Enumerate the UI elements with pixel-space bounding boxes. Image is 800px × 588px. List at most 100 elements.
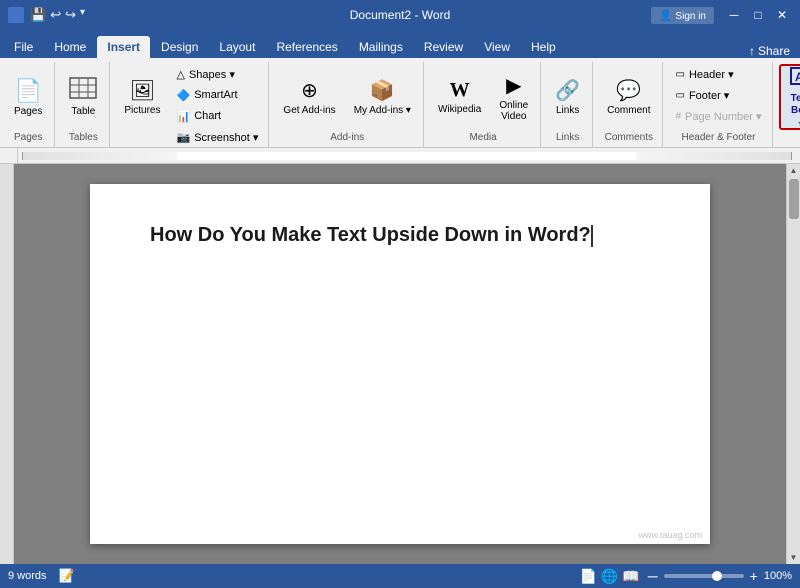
online-video-label: OnlineVideo	[499, 100, 528, 122]
pages-label: Pages	[14, 106, 42, 117]
document-area[interactable]: How Do You Make Text Upside Down in Word…	[14, 164, 786, 564]
comment-icon: 💬	[616, 78, 641, 103]
customize-qs-btn[interactable]: ▾	[80, 7, 85, 23]
zoom-level[interactable]: 100%	[764, 570, 792, 582]
view-web-icon[interactable]: 🌐	[601, 568, 618, 585]
comment-button[interactable]: 💬 Comment	[599, 64, 658, 130]
tab-layout[interactable]: Layout	[209, 36, 265, 58]
text-box-label: TextBox	[791, 93, 800, 117]
view-print-icon[interactable]: 📄	[579, 568, 596, 585]
tab-home[interactable]: Home	[44, 36, 96, 58]
ribbon-group-links: 🔗 Links Links	[543, 62, 593, 147]
my-addins-button[interactable]: 📦 My Add-ins ▾	[346, 64, 419, 130]
hf-column: ▭ Header ▾ ▭ Footer ▾ # Page Number ▾	[669, 64, 767, 126]
wikipedia-label: Wikipedia	[438, 104, 481, 115]
zoom-slider[interactable]	[664, 574, 744, 578]
ribbon-right: ↑ Share	[749, 44, 800, 58]
pictures-label: Pictures	[124, 105, 160, 116]
screenshot-button[interactable]: 📷 Screenshot ▾	[170, 127, 264, 147]
tab-mailings[interactable]: Mailings	[349, 36, 413, 58]
pages-group-label: Pages	[6, 130, 50, 145]
table-button[interactable]: Table	[61, 64, 105, 130]
illustrations-column: △ Shapes ▾ 🔷 SmartArt 📊 Chart 📷 Screensh…	[170, 64, 264, 147]
restore-btn[interactable]: □	[748, 5, 768, 25]
close-btn[interactable]: ✕	[772, 5, 792, 25]
chart-icon: 📊	[176, 110, 190, 123]
shapes-button[interactable]: △ Shapes ▾	[170, 64, 264, 84]
media-group-label: Media	[430, 130, 536, 145]
tables-content: Table	[61, 64, 105, 130]
tab-help[interactable]: Help	[521, 36, 566, 58]
watermark: www.tauag.com	[638, 530, 702, 540]
zoom-out-btn[interactable]: ─	[648, 568, 658, 584]
ribbon-group-media: W Wikipedia ▶ OnlineVideo Media	[426, 62, 541, 147]
title-bar-left: 💾 ↩ ↪ ▾	[8, 7, 85, 23]
header-icon: ▭	[675, 69, 684, 80]
share-button[interactable]: ↑ Share	[749, 44, 790, 58]
page-number-button[interactable]: # Page Number ▾	[669, 106, 767, 126]
ribbon-group-tables: Table Tables	[57, 62, 110, 147]
redo-qs-btn[interactable]: ↪	[65, 7, 76, 23]
hf-group-label: Header & Footer	[669, 130, 767, 145]
tab-references[interactable]: References	[266, 36, 347, 58]
header-button[interactable]: ▭ Header ▾	[669, 64, 767, 84]
chart-button[interactable]: 📊 Chart	[170, 106, 264, 126]
footer-label: Footer ▾	[689, 89, 729, 102]
undo-qs-btn[interactable]: ↩	[50, 7, 61, 23]
word-icon	[8, 7, 24, 23]
links-button[interactable]: 🔗 Links	[547, 64, 588, 130]
ribbon-group-addins: ⊕ Get Add-ins 📦 My Add-ins ▾ Add-ins	[271, 62, 424, 147]
ribbon-group-header-footer: ▭ Header ▾ ▭ Footer ▾ # Page Number ▾ He…	[665, 62, 772, 147]
text-cursor	[591, 225, 593, 247]
ribbon-tabs-bar: File Home Insert Design Layout Reference…	[0, 30, 800, 58]
scroll-down-btn[interactable]: ▼	[788, 551, 800, 564]
tab-insert[interactable]: Insert	[97, 36, 150, 58]
addins-group-label: Add-ins	[275, 130, 419, 145]
media-content: W Wikipedia ▶ OnlineVideo	[430, 64, 536, 130]
screenshot-icon: 📷	[176, 131, 190, 144]
quick-access: 💾 ↩ ↪ ▾	[30, 7, 85, 23]
tab-view[interactable]: View	[474, 36, 520, 58]
smartart-icon: 🔷	[176, 89, 190, 102]
vertical-scrollbar[interactable]: ▲ ▼	[786, 164, 800, 564]
document-page[interactable]: How Do You Make Text Upside Down in Word…	[90, 184, 710, 544]
pages-button[interactable]: 📄 Pages	[6, 64, 50, 130]
text-box-button[interactable]: A TextBox ▾	[779, 64, 800, 130]
online-video-icon: ▶	[506, 73, 521, 98]
minimize-btn[interactable]: ─	[724, 5, 744, 25]
wikipedia-icon: W	[450, 79, 470, 102]
footer-icon: ▭	[675, 90, 684, 101]
footer-button[interactable]: ▭ Footer ▾	[669, 85, 767, 105]
user-signin[interactable]: 👤 Sign in	[651, 7, 714, 24]
online-video-button[interactable]: ▶ OnlineVideo	[491, 64, 536, 130]
my-addins-label: My Add-ins ▾	[354, 105, 411, 116]
wikipedia-button[interactable]: W Wikipedia	[430, 64, 489, 130]
word-count[interactable]: 9 words	[8, 570, 47, 582]
scroll-up-btn[interactable]: ▲	[788, 164, 800, 177]
page-number-label: Page Number ▾	[685, 110, 761, 123]
zoom-in-btn[interactable]: +	[750, 568, 758, 584]
tab-design[interactable]: Design	[151, 36, 208, 58]
tab-review[interactable]: Review	[414, 36, 473, 58]
smartart-button[interactable]: 🔷 SmartArt	[170, 85, 264, 105]
illustrations-content: 🖼 Pictures △ Shapes ▾ 🔷 SmartArt 📊 Chart…	[116, 64, 264, 147]
review-icon[interactable]: 📝	[59, 568, 75, 584]
view-read-icon[interactable]: 📖	[622, 568, 639, 585]
ribbon-group-pages: 📄 Pages Pages	[2, 62, 55, 147]
view-icons: 📄 🌐 📖	[579, 568, 639, 585]
links-group-label: Links	[547, 130, 588, 145]
get-addins-button[interactable]: ⊕ Get Add-ins	[275, 64, 343, 130]
scroll-thumb[interactable]	[789, 179, 799, 219]
get-addins-icon: ⊕	[301, 78, 318, 103]
text-content: A TextBox ▾ A WordArt ▾ T Drop Cap ▾ ✒ S…	[779, 64, 800, 130]
ribbon-group-comments: 💬 Comment Comments	[595, 62, 663, 147]
tab-file[interactable]: File	[4, 36, 43, 58]
svg-text:A: A	[795, 70, 800, 84]
hf-content: ▭ Header ▾ ▭ Footer ▾ # Page Number ▾	[669, 64, 767, 130]
zoom-bar: ─ + 100%	[648, 568, 792, 584]
save-qs-btn[interactable]: 💾	[30, 7, 46, 23]
pictures-button[interactable]: 🖼 Pictures	[116, 64, 168, 130]
title-bar: 💾 ↩ ↪ ▾ Document2 - Word 👤 Sign in ─ □ ✕	[0, 0, 800, 30]
text-box-icon: A	[789, 66, 800, 91]
tables-group-label: Tables	[61, 130, 105, 145]
